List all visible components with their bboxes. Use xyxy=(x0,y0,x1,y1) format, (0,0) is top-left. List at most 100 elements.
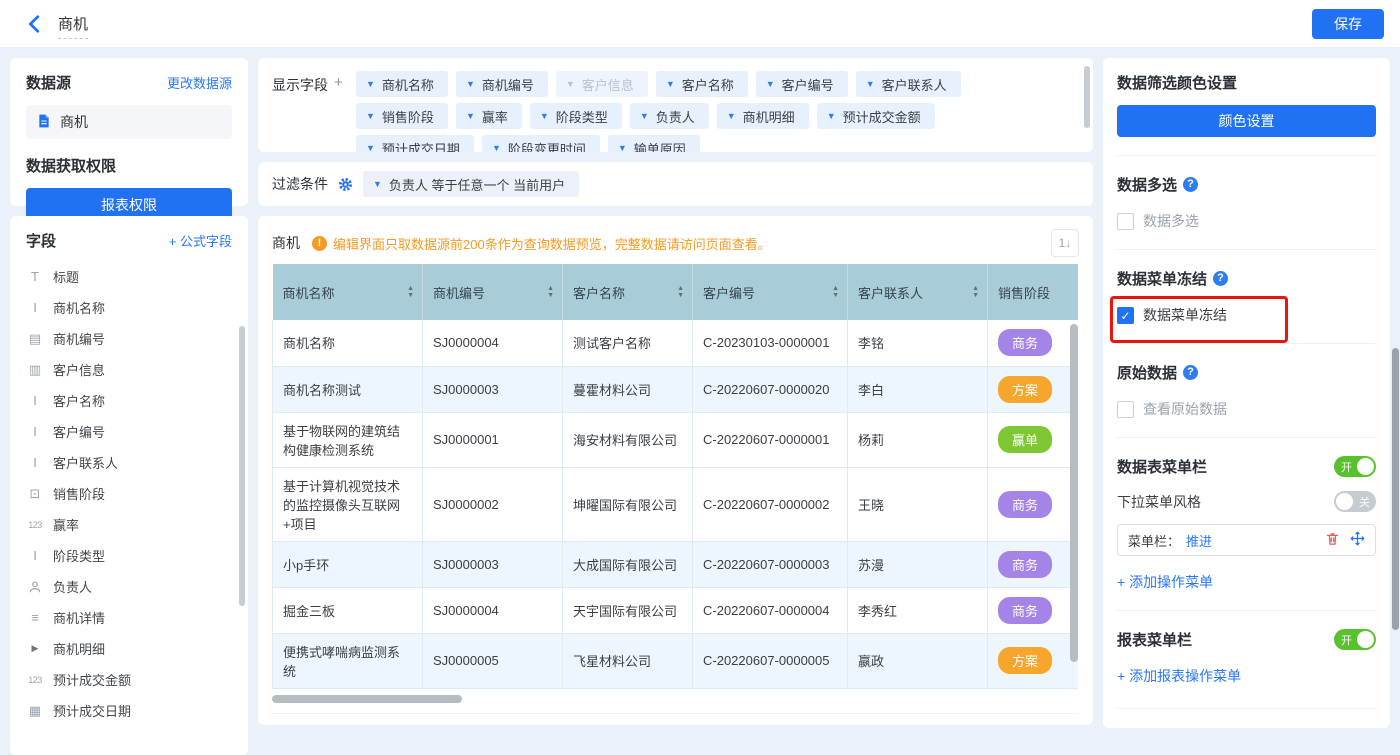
page-scrollbar[interactable] xyxy=(1392,348,1399,630)
back-icon[interactable] xyxy=(24,13,46,35)
menu-freeze-checkbox[interactable]: ✓ xyxy=(1117,307,1134,324)
field-list-item[interactable]: I阶段类型 xyxy=(26,540,232,571)
menu-item-value[interactable]: 推进 xyxy=(1186,531,1212,550)
display-field-tag[interactable]: ▼商机明细 xyxy=(717,103,809,129)
table-column-header[interactable]: 客户名称▲▼ xyxy=(563,264,693,320)
display-field-tag-label: 阶段变更时间 xyxy=(508,139,586,153)
raw-data-checkbox-row[interactable]: 查看原始数据 xyxy=(1117,399,1376,419)
field-list-item[interactable]: I客户联系人 xyxy=(26,447,232,478)
display-field-tag[interactable]: ▼赢率 xyxy=(456,103,522,129)
table-cell: 杨莉 xyxy=(848,412,988,467)
display-field-tag-label: 商机编号 xyxy=(482,75,534,94)
sort-arrows-icon[interactable]: ▲▼ xyxy=(407,285,414,299)
stage-cell: 商务 xyxy=(988,320,1079,366)
sort-down-icon: ▼ xyxy=(407,292,414,299)
field-list-item[interactable]: ▤商机编号 xyxy=(26,323,232,354)
sort-order-button[interactable]: 1↓ xyxy=(1051,229,1079,257)
display-field-tag[interactable]: ▼商机编号 xyxy=(456,71,548,97)
table-column-header[interactable]: 客户编号▲▼ xyxy=(693,264,848,320)
field-list-item[interactable]: 123赢率 xyxy=(26,509,232,540)
datasource-title: 数据源 xyxy=(26,72,71,93)
fields-scrollbar[interactable] xyxy=(239,326,245,606)
table-column-header[interactable]: 商机名称▲▼ xyxy=(273,264,423,320)
field-label: 客户编号 xyxy=(53,422,105,441)
change-datasource-link[interactable]: 更改数据源 xyxy=(167,73,232,92)
add-action-menu-link[interactable]: + 添加操作菜单 xyxy=(1117,572,1213,592)
add-display-field-icon[interactable]: + xyxy=(334,71,350,152)
field-list-item[interactable]: ▶商机明细 xyxy=(26,633,232,664)
table-column-header[interactable]: 销售阶段▲▼ xyxy=(988,264,1079,320)
dropdown-style-toggle[interactable]: 关 xyxy=(1334,491,1376,512)
gear-icon[interactable] xyxy=(338,177,353,192)
display-field-tag[interactable]: ▼销售阶段 xyxy=(356,103,448,129)
display-field-tag[interactable]: ▼阶段变更时间 xyxy=(482,135,600,152)
caret-down-icon: ▼ xyxy=(366,143,375,152)
display-field-tag[interactable]: ▼客户编号 xyxy=(756,71,848,97)
table-cell: C-20220607-0000002 xyxy=(693,467,848,541)
multi-select-checkbox-row[interactable]: 数据多选 xyxy=(1117,211,1376,231)
field-label: 预计成交金额 xyxy=(53,670,131,689)
move-icon[interactable] xyxy=(1350,531,1365,549)
field-list-item[interactable]: I客户名称 xyxy=(26,385,232,416)
table-row: 商机名称测试SJ0000003蔓霍材料公司C-20220607-0000020李… xyxy=(273,366,1079,412)
table-cell: SJ0000002 xyxy=(423,467,563,541)
table-menu-toggle[interactable]: 开 xyxy=(1334,456,1376,477)
field-list-item[interactable]: ▥客户信息 xyxy=(26,354,232,385)
display-field-tag[interactable]: ▼商机名称 xyxy=(356,71,448,97)
save-button[interactable]: 保存 xyxy=(1312,9,1384,39)
field-label: 赢率 xyxy=(53,515,79,534)
trash-icon[interactable] xyxy=(1325,531,1340,549)
sort-arrows-icon[interactable]: ▲▼ xyxy=(832,285,839,299)
field-label: 标题 xyxy=(53,267,79,286)
table-horizontal-scrollbar[interactable] xyxy=(272,695,462,703)
display-field-tag[interactable]: ▼客户名称 xyxy=(656,71,748,97)
filter-condition-tag[interactable]: ▼ 负责人 等于任意一个 当前用户 xyxy=(363,171,579,197)
help-icon[interactable]: ? xyxy=(1183,365,1198,380)
table-vertical-scrollbar[interactable] xyxy=(1070,324,1078,662)
field-list-item[interactable]: ⊡销售阶段 xyxy=(26,478,232,509)
table-row: 掘金三板SJ0000004天宇国际有限公司C-20220607-0000004李… xyxy=(273,587,1079,633)
table-cell: 便携式哮喘病监测系统 xyxy=(273,633,423,688)
table-column-header[interactable]: 客户联系人▲▼ xyxy=(848,264,988,320)
display-field-tag[interactable]: ▼客户联系人 xyxy=(856,71,961,97)
raw-data-checkbox[interactable] xyxy=(1117,401,1134,418)
report-menu-toggle[interactable]: 开 xyxy=(1334,629,1376,650)
multi-select-checkbox[interactable] xyxy=(1117,213,1134,230)
sort-arrows-icon[interactable]: ▲▼ xyxy=(972,285,979,299)
table-column-header[interactable]: 商机编号▲▼ xyxy=(423,264,563,320)
field-list-item[interactable]: ≡商机详情 xyxy=(26,602,232,633)
stage-badge: 商务 xyxy=(998,597,1052,624)
display-field-tag[interactable]: ▼阶段类型 xyxy=(530,103,622,129)
field-list-item[interactable]: 123预计成交金额 xyxy=(26,664,232,695)
table-cell: 基于物联网的建筑结构健康检测系统 xyxy=(273,412,423,467)
table-row: 便携式哮喘病监测系统SJ0000005飞星材料公司C-20220607-0000… xyxy=(273,633,1079,688)
sort-arrows-icon[interactable]: ▲▼ xyxy=(547,285,554,299)
add-report-action-menu-link[interactable]: + 添加报表操作菜单 xyxy=(1117,666,1241,686)
permission-title: 数据获取权限 xyxy=(26,155,232,176)
sort-arrows-icon[interactable]: ▲▼ xyxy=(677,285,684,299)
datasource-item[interactable]: 商机 xyxy=(26,105,232,139)
field-list-item[interactable]: ▦预计成交日期 xyxy=(26,695,232,726)
field-list-item[interactable]: I客户编号 xyxy=(26,416,232,447)
display-field-tag[interactable]: ▼预计成交金额 xyxy=(817,103,935,129)
display-field-tag[interactable]: ▼预计成交日期 xyxy=(356,135,474,152)
menu-freeze-checkbox-row[interactable]: ✓ 数据菜单冻结 xyxy=(1117,305,1376,325)
field-list-item[interactable]: I商机名称 xyxy=(26,292,232,323)
field-label: 预计成交日期 xyxy=(53,701,131,720)
display-field-tag[interactable]: ▼输单原因 xyxy=(608,135,700,152)
field-list-item[interactable]: T标题 xyxy=(26,261,232,292)
display-field-tag[interactable]: ▼负责人 xyxy=(630,103,709,129)
field-label: 销售阶段 xyxy=(53,484,105,503)
table-cell: SJ0000003 xyxy=(423,366,563,412)
stage-cell: 方案 xyxy=(988,366,1079,412)
display-fields-scrollbar[interactable] xyxy=(1084,66,1090,128)
field-list-item[interactable]: 负责人 xyxy=(26,571,232,602)
table-cell: 天宇国际有限公司 xyxy=(563,587,693,633)
stage-cell: 商务 xyxy=(988,467,1079,541)
formula-field-link[interactable]: + 公式字段 xyxy=(169,231,232,250)
help-icon[interactable]: ? xyxy=(1213,271,1228,286)
help-icon[interactable]: ? xyxy=(1183,177,1198,192)
sort-down-icon: ▼ xyxy=(547,292,554,299)
datasource-panel: 数据源 更改数据源 商机 数据获取权限 报表权限 xyxy=(10,58,248,206)
color-setting-button[interactable]: 颜色设置 xyxy=(1117,105,1376,137)
